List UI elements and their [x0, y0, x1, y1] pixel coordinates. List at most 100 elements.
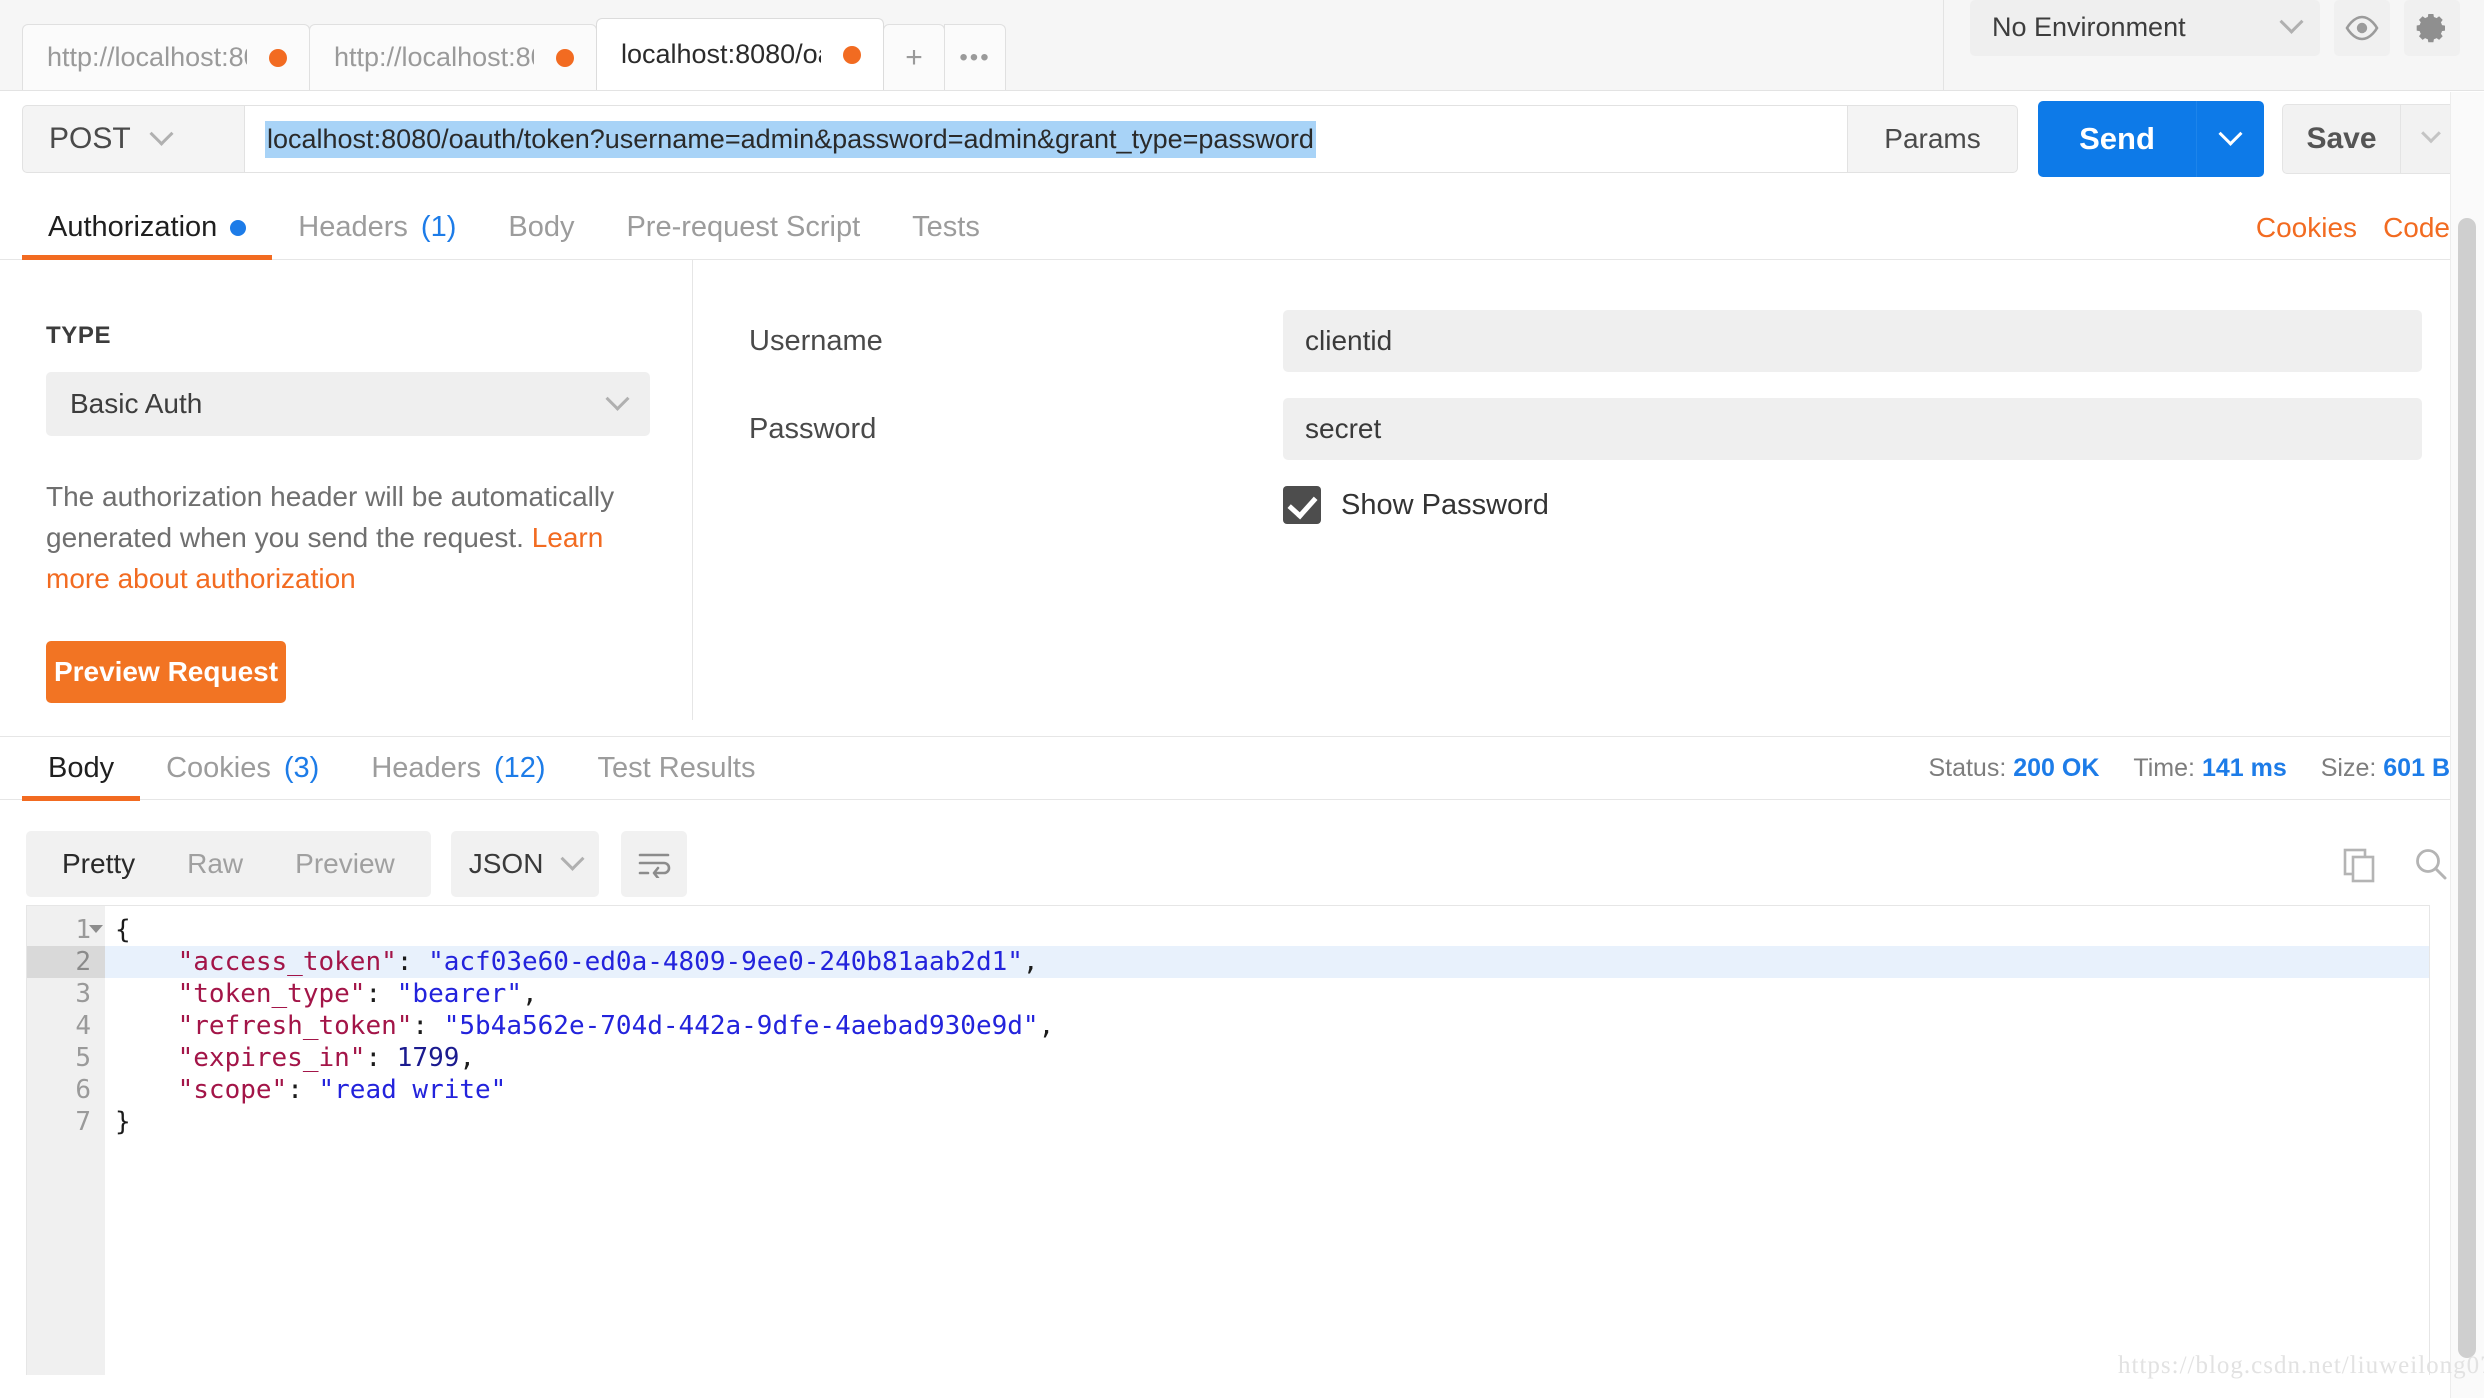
code-line: "scope": "read write" [105, 1074, 2429, 1106]
url-input[interactable]: localhost:8080/oauth/token?username=admi… [244, 105, 1848, 173]
code-token: , [522, 979, 538, 1009]
search-button[interactable] [2412, 845, 2450, 883]
response-tab-headers[interactable]: Headers (12) [345, 737, 571, 800]
view-mode-raw[interactable]: Raw [161, 848, 269, 880]
code-token: : [287, 1075, 319, 1105]
preview-request-button[interactable]: Preview Request [46, 641, 286, 703]
status-meta: Status: 200 OK [1928, 754, 2099, 783]
username-input[interactable]: clientid [1283, 310, 2422, 372]
environment-zone: No Environment [1943, 0, 2484, 90]
view-mode-segmented-control: Pretty Raw Preview [26, 831, 431, 897]
auth-description-text: The authorization header will be automat… [46, 481, 615, 553]
auth-type-select[interactable]: Basic Auth [46, 372, 650, 436]
unsaved-changes-dot-icon[interactable] [269, 48, 287, 67]
password-input[interactable]: secret [1283, 398, 2422, 460]
request-tab-0[interactable]: http://localhost:8080/ [22, 24, 310, 90]
response-section-tabs: Body Cookies (3) Headers (12) Test Results St… [0, 736, 2484, 801]
main-scroll-track[interactable] [2450, 92, 2484, 1398]
request-tab-label: Body [508, 211, 575, 243]
body-format-select[interactable]: JSON [450, 831, 599, 897]
code-token: "5b4a562e-704d-442a-9dfe-4aebad930e9d" [443, 1011, 1039, 1041]
line-number-value: 7 [75, 1107, 91, 1137]
send-button[interactable]: Send [2038, 101, 2196, 177]
watermark: https://blog.csdn.net/liuweilong07 [2118, 1352, 2484, 1379]
response-tab-label: Cookies [166, 752, 271, 784]
request-tab-title: http://localhost:8080/ [47, 42, 247, 72]
unsaved-changes-dot-icon[interactable] [556, 48, 574, 67]
line-number: 4 [27, 1010, 105, 1042]
send-options-button[interactable] [2196, 101, 2264, 177]
request-tab-tests[interactable]: Tests [886, 196, 1006, 259]
http-method-selector[interactable]: POST [22, 105, 244, 173]
code-token: , [459, 1043, 476, 1073]
authorization-type-column: TYPE Basic Auth The authorization header… [0, 260, 693, 720]
request-tab-1[interactable]: http://localhost:8080/ [309, 24, 597, 90]
request-tab-headers[interactable]: Headers (1) [272, 196, 482, 259]
code-token: "expires_in" [115, 1043, 366, 1073]
environment-quick-look-button[interactable] [2334, 0, 2390, 56]
cookies-link[interactable]: Cookies [2256, 212, 2357, 244]
request-tab-label: Pre-request Script [626, 211, 861, 243]
view-mode-pretty[interactable]: Pretty [36, 848, 161, 880]
show-password-row[interactable]: Show Password [1283, 486, 2422, 524]
response-tab-count: (12) [493, 752, 546, 784]
copy-button[interactable] [2340, 845, 2378, 883]
response-tab-test-results[interactable]: Test Results [572, 737, 782, 800]
code-token: "scope" [115, 1075, 288, 1105]
url-bar: POST localhost:8080/oauth/token?username… [0, 95, 2484, 183]
line-number: 6 [27, 1074, 105, 1106]
new-tab-button[interactable]: + [883, 24, 945, 90]
params-button[interactable]: Params [1848, 105, 2018, 173]
tab-overflow-menu-button[interactable]: ••• [944, 24, 1006, 90]
settings-button[interactable] [2404, 0, 2460, 56]
wrap-lines-icon [638, 853, 670, 878]
code-token: "read write" [318, 1075, 507, 1105]
response-body-editor[interactable]: 1234567 { "access_token": "acf03e60-ed0a… [26, 905, 2430, 1375]
code-token: 1799 [396, 1043, 460, 1073]
username-field-row: Username clientid [749, 310, 2422, 372]
show-password-label: Show Password [1341, 488, 1549, 521]
code-link[interactable]: Code [2383, 212, 2450, 244]
code-token: "acf03e60-ed0a-4809-9ee0-240b81aab2d1" [428, 947, 1023, 977]
request-tab-authorization[interactable]: Authorization [22, 196, 273, 260]
password-field-row: Password secret [749, 398, 2422, 460]
view-mode-preview[interactable]: Preview [269, 848, 421, 880]
code-line: "token_type": "bearer", [105, 978, 2429, 1010]
code-token: , [1038, 1011, 1055, 1041]
response-tab-label: Body [48, 752, 115, 784]
params-label: Params [1884, 123, 1981, 154]
code-line: "refresh_token": "5b4a562e-704d-442a-9df… [105, 1010, 2429, 1042]
http-method-label: POST [49, 122, 131, 155]
request-tab-count: (1) [420, 211, 457, 243]
code-token: "refresh_token" [115, 1011, 413, 1041]
line-number-value: 5 [75, 1043, 91, 1073]
unsaved-changes-dot-icon[interactable] [843, 45, 861, 64]
environment-selector[interactable]: No Environment [1970, 0, 2320, 56]
gear-icon [2416, 13, 2445, 42]
main-scrollbar-thumb[interactable] [2458, 218, 2476, 1358]
line-number-gutter: 1234567 [27, 906, 105, 1375]
show-password-checkbox[interactable] [1283, 486, 1321, 524]
request-section-tabs: Authorization Headers (1) Body Pre-request S… [0, 196, 2484, 260]
response-body-code[interactable]: { "access_token": "acf03e60-ed0a-4809-9e… [105, 906, 2429, 1375]
code-line: "access_token": "acf03e60-ed0a-4809-9ee0… [105, 946, 2429, 978]
request-tab-body[interactable]: Body [482, 196, 600, 259]
save-button-group: Save [2282, 104, 2462, 174]
response-tab-cookies[interactable]: Cookies (3) [140, 737, 345, 800]
request-tab-title: localhost:8080/oauth/ [621, 39, 821, 69]
body-tools-right [2340, 845, 2450, 883]
chevron-down-icon [605, 386, 630, 411]
request-tab-2[interactable]: localhost:8080/oauth/ [596, 18, 884, 90]
send-label: Send [2079, 121, 2155, 156]
chevron-down-icon [2421, 123, 2441, 144]
line-number: 7 [27, 1106, 105, 1138]
request-tabs-zone: http://localhost:8080/http://localhost:8… [0, 0, 1006, 90]
save-button[interactable]: Save [2282, 104, 2400, 174]
chevron-down-icon [560, 846, 585, 871]
fold-triangle-icon[interactable] [89, 925, 103, 933]
response-tab-body[interactable]: Body [22, 737, 141, 801]
line-number-value: 2 [75, 947, 91, 977]
request-tab-pre-request-script[interactable]: Pre-request Script [600, 196, 886, 259]
code-token: } [115, 1107, 131, 1137]
wrap-lines-button[interactable] [620, 831, 687, 897]
